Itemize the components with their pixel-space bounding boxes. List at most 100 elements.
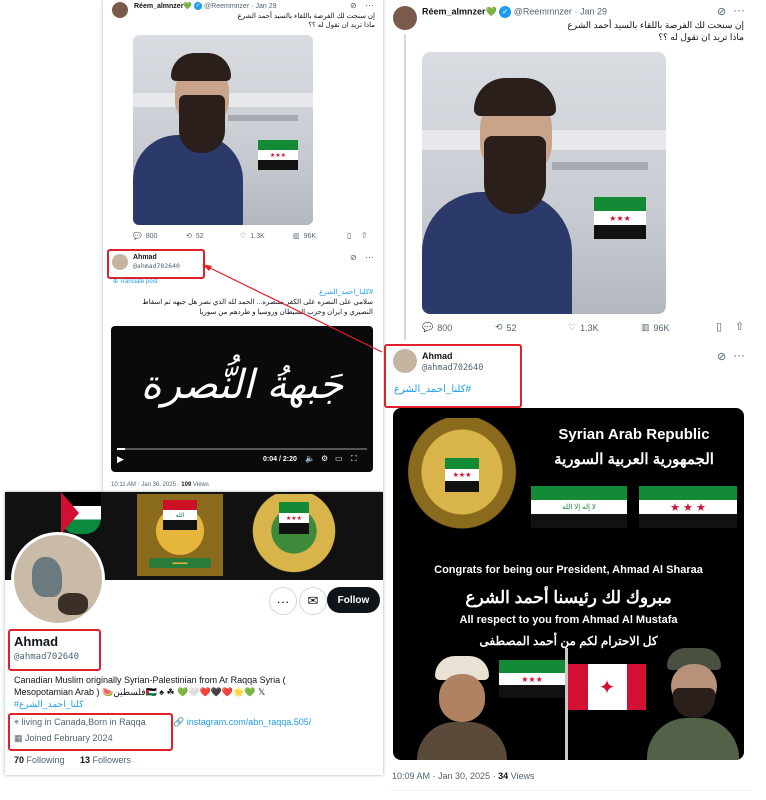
annotation-box-profile-location (8, 713, 173, 751)
reply-footer: 10:09 AM · Jan 30, 2025 · 34 Views (392, 771, 534, 781)
poster-ar-congrats: مبروك لك رئيسنا أحمد الشرع (465, 588, 672, 607)
syria-emblem-image: ★★★ (235, 494, 353, 576)
profile-panel: الله ▬▬▬ ★★★ ··· ✉ Follow Ahmad @ahmad70… (5, 492, 383, 775)
grok-icon[interactable]: ⊘ (350, 253, 357, 262)
video-time: 0:04 / 2:20 (263, 456, 297, 463)
retweet-icon: ⟲ (186, 233, 192, 240)
reply-footer-time: 10:09 AM · Jan 30, 2025 · (392, 771, 496, 781)
left-tweet-panel: Réem_almnzer💚 ✓ @Reemmnzer · Jan 29 ⊘ ··… (103, 0, 383, 492)
reply-footer: 10:11 AM · Jan 30, 2025 · 109 Views (111, 482, 209, 488)
right-tweet-panel: Réem_almnzer💚 ✓ @Reemmnzer · Jan 29 ⊘ ··… (384, 0, 760, 800)
play-icon[interactable]: ▶ (117, 454, 124, 465)
verified-icon: ✓ (499, 6, 512, 18)
grok-icon[interactable]: ⊘ (350, 1, 357, 10)
footer-divider (390, 790, 752, 791)
views-stat[interactable]: ▥ 96K (641, 322, 670, 333)
author-avatar[interactable] (112, 2, 128, 18)
retweet-icon: ⟲ (495, 322, 503, 332)
following-count[interactable]: 70 Following (14, 755, 65, 765)
palestine-emblem-image (61, 492, 101, 534)
profile-website[interactable]: 🔗 instagram.com/abn_raqqa.505/ (173, 717, 311, 728)
follow-button[interactable]: Follow (327, 587, 380, 613)
reply-text-line-1: سلامي على النصره على الكفر منتصره... الح… (142, 299, 373, 306)
reply-stat[interactable]: 💬 800 (422, 322, 452, 333)
verified-icon: ✓ (194, 2, 203, 11)
tweet-date[interactable]: · Jan 29 (574, 6, 607, 16)
more-icon[interactable]: ··· (733, 348, 745, 362)
video-progress-bar[interactable] (117, 448, 367, 450)
author-name[interactable]: Réem_almnzer💚 (134, 3, 192, 10)
annotation-box-profile-name (8, 629, 101, 671)
profile-bio: Canadian Muslim originally Syrian-Palest… (14, 674, 374, 710)
bookmark-icon[interactable]: ▯ (716, 320, 722, 333)
fullscreen-icon[interactable]: ⛶ (351, 454, 357, 464)
volume-icon[interactable]: 🔈 (305, 454, 315, 463)
bookmark-icon[interactable]: ▯ (347, 231, 351, 240)
poster-congrats: Congrats for being our President, Ahmad … (434, 564, 703, 576)
reply-icon: 💬 (422, 322, 434, 332)
mail-icon: ✉ (307, 593, 319, 608)
tweet-image[interactable]: ★★★ (133, 35, 313, 225)
syria-independence-flag: لا إله إلا الله (531, 486, 627, 528)
tweet-text-line-2: ماذا تريد ان تقول له ؟؟ (308, 22, 375, 29)
reply-icon: 💬 (133, 233, 142, 240)
grok-icon[interactable]: ⊘ (717, 350, 726, 363)
heart-icon: ♡ (240, 233, 247, 240)
captions-icon[interactable]: ▭ (335, 454, 343, 463)
left-portrait (417, 656, 507, 760)
profile-avatar[interactable] (11, 532, 105, 626)
retweet-stat[interactable]: ⟲ 52 (186, 232, 204, 241)
more-icon: ··· (276, 593, 290, 609)
tweet-date[interactable]: · Jan 29 (251, 3, 276, 10)
views-stat[interactable]: ▥ 96K (293, 232, 316, 241)
reply-footer-views-label: Views (510, 771, 535, 781)
poster-ar-title: الجمهورية العربية السورية (554, 451, 714, 468)
reply-hashtag[interactable]: #كلنا_احمد_الشرع (111, 288, 373, 298)
like-stat[interactable]: ♡ 1.3K (568, 322, 599, 333)
reply-poster-image[interactable]: ★★★ Syrian Arab Republic الجمهورية العرب… (393, 408, 744, 760)
author-handle[interactable]: @Reemmnzer (204, 3, 249, 10)
author-avatar[interactable] (393, 6, 417, 30)
bio-line-1: Canadian Muslim originally Syrian-Palest… (14, 675, 286, 685)
bar-chart-icon: ▥ (641, 322, 650, 332)
grok-icon[interactable]: ⊘ (717, 5, 726, 18)
more-icon[interactable]: ··· (733, 3, 745, 17)
more-options-button[interactable]: ··· (269, 587, 297, 615)
annotation-box-reply-author (384, 344, 522, 408)
video-title-text: جَبهةُ النُّصرة (140, 362, 344, 408)
video-player[interactable]: جَبهةُ النُّصرة ▶ 0:04 / 2:20 🔈 ⚙ ▭ ⛶ (111, 326, 373, 472)
reply-text-line-2: النصيري و ايران وحزب الشيطان وروسيا و طر… (199, 309, 373, 316)
thread-line (404, 34, 406, 340)
message-button[interactable]: ✉ (299, 587, 327, 615)
poster-en-title: Syrian Arab Republic (558, 426, 710, 443)
reply-footer-views-count: 109 (181, 482, 192, 488)
share-icon[interactable]: ⇧ (361, 231, 368, 240)
reply-text: #كلنا_احمد_الشرع سلامي على النصره على ال… (111, 288, 373, 318)
tweet-text-line-1: إن سنحت لك الفرصة باللقاء بالسيد أحمد ال… (567, 20, 744, 30)
iraq-emblem-image: الله ▬▬▬ (137, 494, 223, 576)
reply-footer-views-label: Views (192, 482, 209, 488)
author-name[interactable]: Réem_almnzer💚 (422, 6, 497, 16)
retweet-stat[interactable]: ⟲ 52 (495, 322, 517, 333)
more-icon[interactable]: ··· (365, 252, 374, 262)
translate-icon: ⊕ (113, 279, 120, 285)
link-icon: 🔗 (173, 717, 187, 727)
poster-ar-respect: كل الاحترام لكم من أحمد المصطفى (479, 634, 658, 648)
followers-count[interactable]: 13 Followers (80, 755, 131, 765)
poster-respect: All respect to you from Ahmad Al Mustafa (459, 614, 678, 626)
more-icon[interactable]: ··· (365, 0, 374, 10)
bio-hashtag[interactable]: #كلنا_احمد_الشرع (14, 698, 374, 710)
author-handle[interactable]: @Reemmnzer (514, 6, 572, 16)
tweet-header: Réem_almnzer💚 ✓ @Reemmnzer · Jan 29 (134, 2, 277, 11)
translate-link[interactable]: ⊕ Translate post (113, 278, 157, 285)
reply-footer-views-count: 34 (498, 771, 509, 781)
canada-flag: ✦ (568, 664, 646, 710)
reply-stat[interactable]: 💬 800 (133, 232, 157, 241)
reply-footer-time: 10:11 AM · Jan 30, 2025 · (111, 482, 180, 488)
eagle-emblem-image: ★★★ (399, 418, 525, 538)
tweet-image[interactable]: ★★★ (422, 52, 666, 314)
settings-icon[interactable]: ⚙ (321, 454, 328, 463)
share-icon[interactable]: ⇧ (735, 320, 744, 333)
like-stat[interactable]: ♡ 1.3K (240, 232, 265, 241)
tweet-header: Réem_almnzer💚 ✓ @Reemmnzer · Jan 29 (422, 6, 607, 18)
